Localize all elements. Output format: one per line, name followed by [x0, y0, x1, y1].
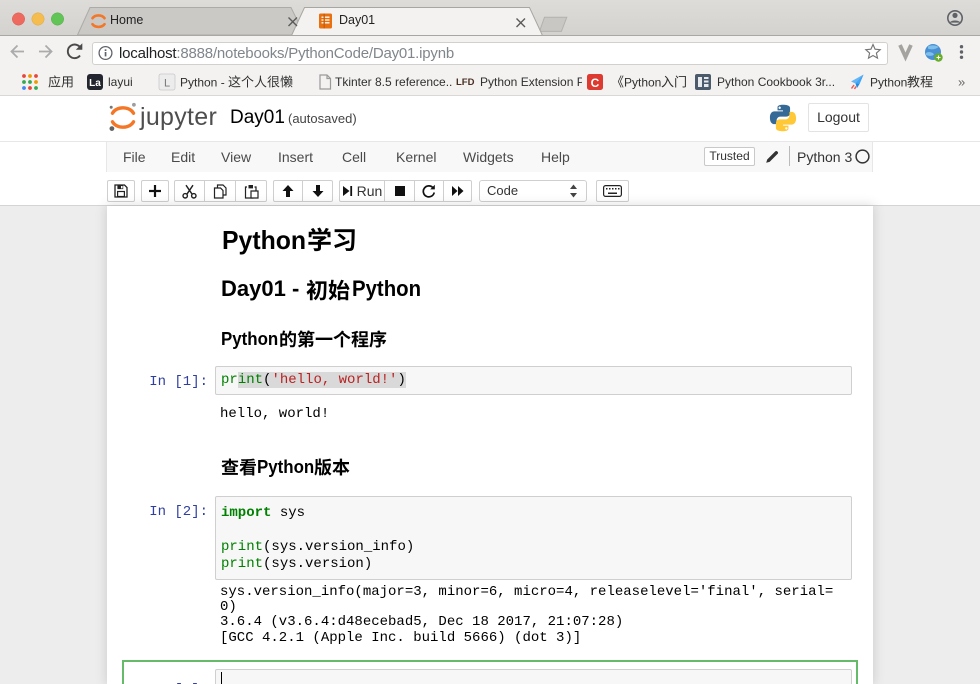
svg-text:LFD: LFD — [456, 77, 475, 88]
svg-text:C: C — [591, 76, 600, 90]
svg-text:La: La — [89, 78, 101, 89]
svg-text:»: » — [958, 75, 965, 90]
svg-text:L: L — [164, 78, 170, 90]
